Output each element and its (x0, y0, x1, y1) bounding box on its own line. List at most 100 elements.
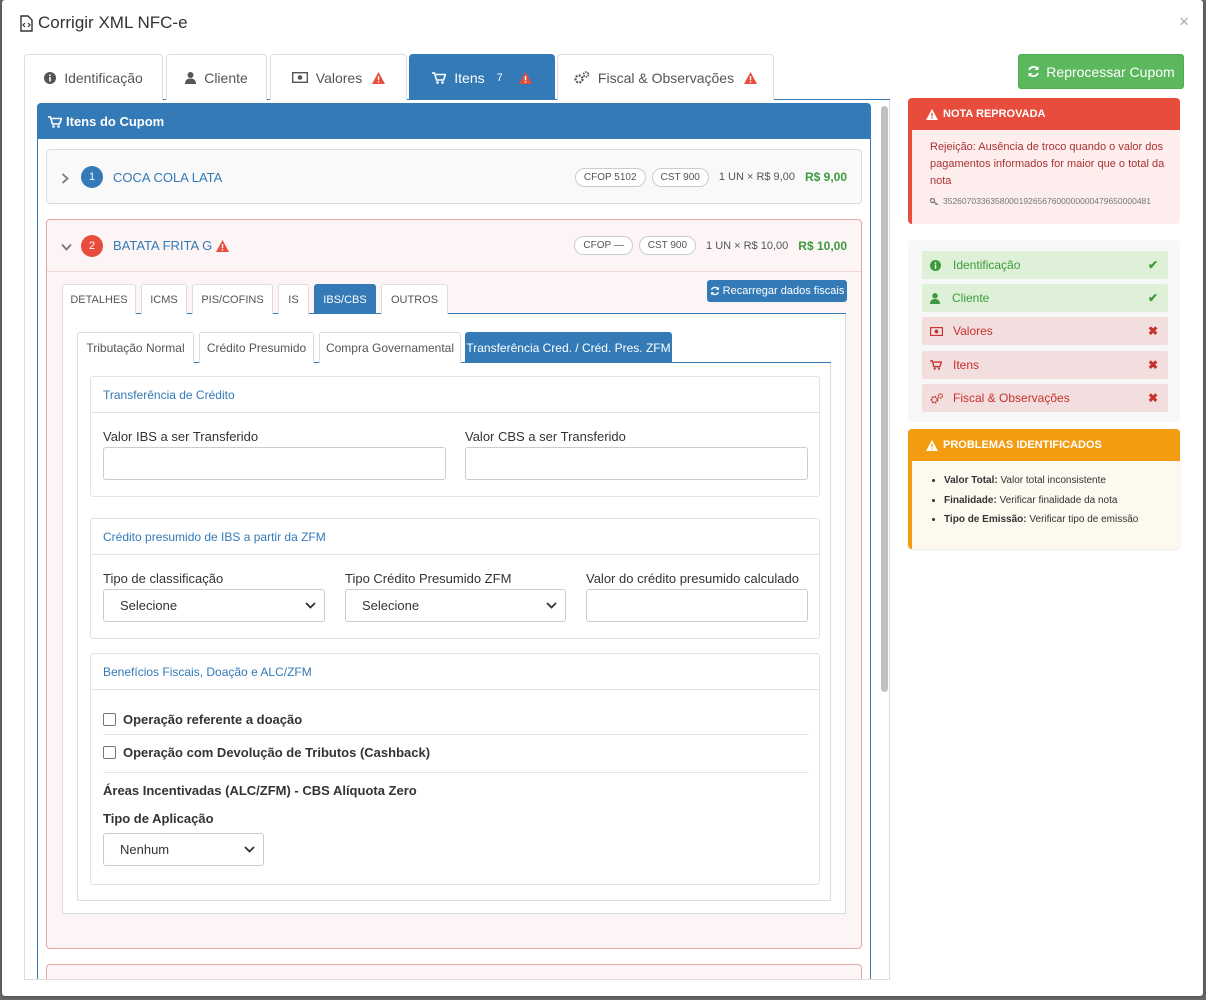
tab-valores[interactable]: Valores (270, 54, 407, 100)
close-icon: ✖ (1147, 391, 1158, 405)
tab-compra-governamental[interactable]: Compra Governamental (319, 332, 461, 363)
user-icon (185, 71, 197, 84)
status-cliente[interactable]: Cliente ✔ (922, 284, 1168, 312)
application-type-label: Tipo de Aplicação (103, 811, 214, 826)
item-name: BATATA FRITA G (113, 238, 213, 253)
money-icon (291, 72, 308, 83)
status-fiscal-observacoes[interactable]: Fiscal & Observações ✖ (922, 384, 1168, 412)
cbs-transfer-label: Valor CBS a ser Transferido (465, 429, 626, 444)
item-number-badge: 1 (81, 166, 103, 188)
item-card-3 (46, 964, 862, 979)
tab-cliente[interactable]: Cliente (166, 54, 267, 100)
list-item: Finalidade: Verificar finalidade da nota (944, 491, 1180, 511)
items-count-badge: 7 (496, 71, 503, 84)
tab-ibs-cbs[interactable]: IBS/CBS (314, 284, 376, 314)
classification-type-label: Tipo de classificação (103, 571, 224, 586)
status-valores[interactable]: Valores ✖ (922, 317, 1168, 345)
tab-transferencia-zfm[interactable]: Transferência Cred. / Créd. Pres. ZFM (465, 332, 672, 363)
item-card-2: 2 BATATA FRITA G CFOP — CST 900 1 UN × R… (46, 219, 862, 949)
rejected-note-header: NOTA REPROVADA (912, 98, 1180, 130)
status-identificacao[interactable]: Identificação ✔ (922, 251, 1168, 279)
modal-title: Corrigir XML NFC-e (18, 13, 188, 33)
warning-icon (372, 71, 386, 84)
close-icon: ✖ (1147, 358, 1158, 372)
chevron-right-icon[interactable] (61, 170, 81, 185)
tab-identificacao[interactable]: Identificação (24, 54, 163, 100)
problems-box: PROBLEMAS IDENTIFICADOS Valor Total: Val… (908, 429, 1180, 549)
file-code-icon (20, 14, 33, 32)
reprocess-button[interactable]: Reprocessar Cupom (1018, 54, 1184, 89)
list-item: Valor Total: Valor total inconsistente (944, 471, 1180, 491)
item-total: R$ 10,00 (798, 238, 847, 253)
rejected-note-box: NOTA REPROVADA Rejeição: Ausência de tro… (908, 98, 1180, 224)
ibs-transfer-label: Valor IBS a ser Transferido (103, 429, 259, 444)
cst-badge: CST 900 (638, 236, 697, 255)
tab-fiscal-observacoes[interactable]: Fiscal & Observações (557, 54, 774, 100)
item-card-1: 1 COCA COLA LATA CFOP 5102 CST 900 1 UN … (46, 149, 862, 204)
donation-checkbox[interactable] (103, 713, 116, 726)
credit-transfer-section: Transferência de Crédito Valor IBS a ser… (90, 376, 820, 497)
item-quantity: 1 UN × R$ 10,00 (706, 239, 789, 252)
tab-pis-cofins[interactable]: PIS/COFINS (192, 284, 273, 314)
tab-tributacao-normal[interactable]: Tributação Normal (77, 332, 194, 363)
close-icon[interactable]: × (1179, 12, 1189, 32)
incentive-areas-heading: Áreas Incentivadas (ALC/ZFM) - CBS Alíqu… (103, 783, 417, 798)
donation-checkbox-row[interactable]: Operação referente a doação (103, 712, 302, 727)
ibs-transfer-input[interactable] (103, 447, 446, 480)
access-key: 3526070336358000192656760000000047965000… (912, 190, 1180, 206)
tab-credito-presumido[interactable]: Crédito Presumido (199, 332, 314, 363)
check-icon: ✔ (1147, 258, 1158, 272)
cfop-badge: CFOP 5102 (574, 167, 646, 187)
warning-icon (744, 71, 758, 84)
scrollbar[interactable] (881, 106, 888, 692)
items-scroll-area[interactable]: Itens do Cupom 1 COCA COLA LATA CFOP 510… (24, 100, 890, 980)
gears-icon (930, 392, 944, 404)
transfer-zfm-panel: Transferência de Crédito Valor IBS a ser… (77, 363, 831, 901)
money-icon (930, 326, 943, 336)
item-quantity: 1 UN × R$ 9,00 (718, 171, 795, 183)
cashback-checkbox-row[interactable]: Operação com Devolução de Tributos (Cash… (103, 745, 430, 760)
items-panel: Itens do Cupom 1 COCA COLA LATA CFOP 510… (37, 103, 871, 979)
rejection-message: Rejeição: Ausência de troco quando o val… (930, 141, 1165, 187)
zfm-credit-type-select[interactable]: Selecione (345, 589, 566, 622)
user-icon (930, 292, 940, 304)
reload-fiscal-data-button[interactable]: Recarregar dados fiscais (707, 280, 847, 302)
tab-itens[interactable]: Itens 7 (409, 54, 555, 100)
chevron-down-icon[interactable] (61, 238, 81, 253)
modal-header: Corrigir XML NFC-e (2, 0, 1203, 46)
cfop-badge: CFOP — (574, 236, 633, 255)
chevron-down-icon (546, 602, 557, 609)
cart-icon (48, 115, 62, 128)
calculated-credit-label: Valor do crédito presumido calculado (586, 571, 799, 586)
section-title: Crédito presumido de IBS a partir da ZFM (91, 519, 819, 555)
gears-icon (574, 71, 590, 84)
application-type-select[interactable]: Nenhum (103, 833, 264, 866)
divider (103, 734, 809, 735)
tab-icms[interactable]: ICMS (141, 284, 187, 314)
section-status-panel: Identificação ✔ Cliente ✔ Valores ✖ Iten… (908, 240, 1180, 422)
tab-outros[interactable]: OUTROS (381, 284, 448, 314)
item-row-header[interactable]: 2 BATATA FRITA G CFOP — CST 900 1 UN × R… (47, 220, 861, 272)
key-icon (930, 197, 939, 205)
check-icon: ✔ (1147, 291, 1158, 305)
item-row-header[interactable]: 1 COCA COLA LATA CFOP 5102 CST 900 1 UN … (47, 150, 861, 204)
section-title: Benefícios Fiscais, Doação e ALC/ZFM (91, 654, 819, 690)
calculated-credit-input[interactable] (586, 589, 808, 622)
correct-xml-modal: Corrigir XML NFC-e × Identificação Clien… (2, 0, 1203, 996)
cbs-transfer-input[interactable] (465, 447, 808, 480)
ibs-cbs-subtabs: Tributação Normal Crédito Presumido Comp… (77, 332, 831, 363)
divider (103, 772, 809, 773)
chevron-down-icon (244, 846, 255, 853)
tab-detalhes[interactable]: DETALHES (62, 284, 136, 314)
tab-is[interactable]: IS (278, 284, 309, 314)
refresh-icon (1028, 66, 1040, 77)
problems-header: PROBLEMAS IDENTIFICADOS (912, 429, 1180, 461)
status-itens[interactable]: Itens ✖ (922, 351, 1168, 379)
cashback-checkbox[interactable] (103, 746, 116, 759)
warning-icon (926, 439, 938, 451)
classification-type-select[interactable]: Selecione (103, 589, 325, 622)
item-name: COCA COLA LATA (113, 169, 223, 185)
info-circle-icon (930, 259, 941, 271)
close-icon: ✖ (1147, 324, 1158, 338)
list-item: Tipo de Emissão: Verificar tipo de emiss… (944, 510, 1180, 530)
